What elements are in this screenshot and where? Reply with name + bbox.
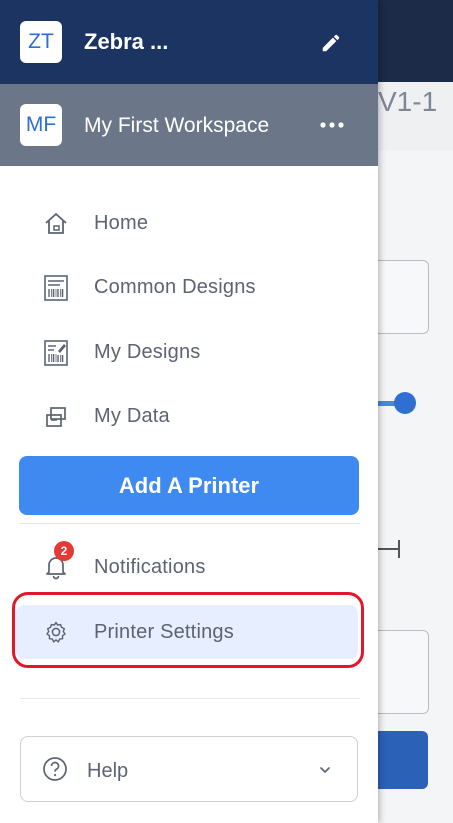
nav-item-my-designs[interactable]: My Designs <box>20 327 358 377</box>
background-button <box>372 731 428 789</box>
navigation-drawer: ZT Zebra ... MF My First Workspace Home <box>0 0 378 823</box>
background-content <box>378 150 453 823</box>
nav-item-common-designs[interactable]: Common Designs <box>20 262 358 312</box>
background-input <box>372 260 429 334</box>
add-printer-button[interactable]: Add A Printer <box>19 456 359 515</box>
pencil-icon[interactable] <box>320 32 342 54</box>
background-slider-knob <box>394 392 416 414</box>
workspace-name: My First Workspace <box>84 114 270 137</box>
chevron-down-icon <box>320 767 330 773</box>
divider <box>20 523 360 524</box>
divider <box>20 698 360 699</box>
org-name: Zebra ... <box>84 29 169 54</box>
barcode-label-edit-icon <box>44 340 68 366</box>
data-link-icon <box>46 407 66 427</box>
nav-item-home[interactable]: Home <box>20 198 358 248</box>
nav-label-common-designs: Common Designs <box>94 276 256 298</box>
nav-item-my-data[interactable]: My Data <box>20 391 358 441</box>
background-ruler-end <box>398 540 400 558</box>
organization-header[interactable]: ZT Zebra ... <box>0 0 378 84</box>
org-avatar: ZT <box>20 21 62 63</box>
help-label: Help <box>87 760 129 782</box>
more-horizontal-icon[interactable] <box>318 116 346 134</box>
background-input-2 <box>372 630 429 714</box>
workspace-avatar: MF <box>20 104 62 146</box>
nav-label-home: Home <box>94 212 149 234</box>
home-icon <box>45 213 67 234</box>
nav-label-notifications: Notifications <box>94 556 206 578</box>
notification-count-badge: 2 <box>54 541 74 561</box>
highlight-annotation <box>12 592 364 668</box>
question-circle-icon <box>43 757 67 781</box>
barcode-label-icon <box>44 275 68 301</box>
nav-label-my-designs: My Designs <box>94 341 201 363</box>
background-title: V1-1 <box>378 86 438 117</box>
workspace-header[interactable]: MF My First Workspace <box>0 84 378 166</box>
help-dropdown[interactable]: Help <box>20 736 358 802</box>
nav-label-my-data: My Data <box>94 405 170 427</box>
